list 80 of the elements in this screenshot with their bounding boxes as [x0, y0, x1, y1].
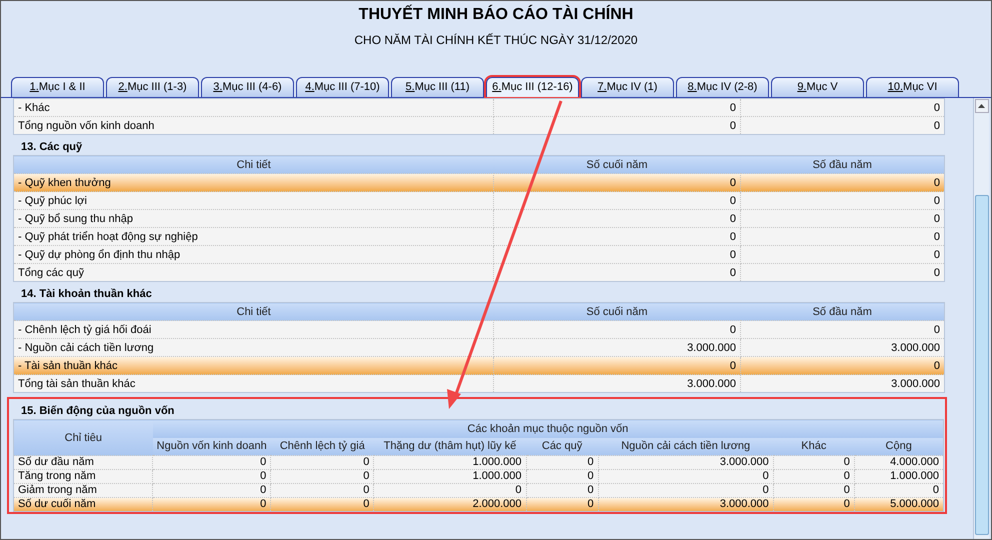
table-cell: 0 [773, 470, 854, 484]
column-header: Chi tiết [14, 156, 494, 174]
table-cell: 1.000.000 [854, 470, 944, 484]
table-cell: 1.000.000 [374, 470, 526, 484]
column-header: Số đầu năm [740, 156, 944, 174]
column-header: Cộng [854, 438, 944, 456]
table-cell: 0 [152, 470, 271, 484]
table-cell: Tăng trong năm [14, 470, 153, 484]
table-row[interactable]: - Quỹ khen thưởng 0 0 [14, 174, 944, 192]
column-header: Nguồn cải cách tiền lương [598, 438, 774, 456]
table-row[interactable]: Tổng các quỹ 0 0 [14, 264, 944, 282]
table-cell: 0 [270, 456, 374, 470]
table-cell: - Quỹ khen thưởng [14, 174, 494, 192]
tab[interactable]: 3.Mục III (4-6) [201, 77, 294, 97]
table-cell: - Quỹ phúc lợi [14, 192, 494, 210]
column-header: Khác [773, 438, 854, 456]
section-title: 13. Các quỹ [20, 140, 82, 155]
report-subtitle: CHO NĂM TÀI CHÍNH KẾT THÚC NGÀY 31/12/2020 [354, 32, 638, 49]
table-row[interactable]: Tăng trong năm 0 0 1.000.000 0 0 0 1.000.000 [14, 470, 944, 484]
table-cell: 0 [526, 456, 598, 470]
table-cell: - Chênh lệch tỷ giá hối đoái [14, 320, 494, 338]
table-cell: 0 [740, 320, 944, 338]
column-header: Số cuối năm [494, 302, 740, 320]
table-cell: 0 [494, 320, 740, 338]
table-row[interactable]: - Quỹ phát triển hoạt động sự nghiệp 0 0 [14, 228, 944, 246]
report-title: THUYẾT MINH BÁO CÁO TÀI CHÍNH [358, 5, 634, 25]
table-cell: 0 [494, 98, 740, 116]
table-row[interactable]: Số dư cuối năm 0 0 2.000.000 0 3.000.000 0 5.000.000 [14, 498, 944, 512]
table-row[interactable]: - Quỹ dự phòng ổn định thu nhập 0 0 [14, 246, 944, 264]
scrollbar[interactable] [973, 98, 989, 539]
column-header: Chi tiết [14, 302, 494, 320]
column-header: Nguồn vốn kinh doanh [152, 438, 271, 456]
table-cell: 0 [494, 192, 740, 210]
tab[interactable]: 7.Mục IV (1) [581, 77, 674, 97]
table-cell: - Tài sản thuần khác [14, 356, 494, 374]
table-row[interactable]: - Quỹ phúc lợi 0 0 [14, 192, 944, 210]
table-row[interactable]: - Tài sản thuần khác 0 0 [14, 356, 944, 374]
tab[interactable]: 8.Mục IV (2-8) [676, 77, 769, 97]
table-cell: - Quỹ bổ sung thu nhập [14, 210, 494, 228]
column-header: Số cuối năm [494, 156, 740, 174]
tab[interactable]: 4.Mục III (7-10) [296, 77, 389, 97]
table-row[interactable]: - Chênh lệch tỷ giá hối đoái 0 0 [14, 320, 944, 338]
tab[interactable]: 5.Mục III (11) [391, 77, 484, 97]
table-cell: 0 [152, 456, 271, 470]
table-cell: 0 [494, 246, 740, 264]
table-cell: 4.000.000 [854, 456, 944, 470]
column-header: Chỉ tiêu [14, 420, 153, 456]
group-header: Các khoản mục thuộc nguồn vốn [152, 420, 944, 438]
table-cell: - Quỹ dự phòng ổn định thu nhập [14, 246, 494, 264]
table-cell: 3.000.000 [598, 456, 774, 470]
table-cell: 0 [270, 470, 374, 484]
table-row[interactable]: - Khác 0 0 [14, 98, 944, 116]
table-cell: - Khác [14, 98, 494, 116]
scroll-up-icon[interactable] [974, 99, 988, 113]
table-cell: 0 [740, 174, 944, 192]
table-cell: 0 [526, 470, 598, 484]
table-cell: 1.000.000 [374, 456, 526, 470]
table-row[interactable]: - Quỹ bổ sung thu nhập 0 0 [14, 210, 944, 228]
section-title: 15. Biến động của nguồn vốn [20, 404, 174, 419]
column-header: Số đầu năm [740, 302, 944, 320]
table-cell: 0 [494, 356, 740, 374]
table-cell: 0 [494, 174, 740, 192]
table-cell: 0 [494, 210, 740, 228]
table-row[interactable]: Tổng nguồn vốn kinh doanh 0 0 [14, 116, 944, 134]
column-header: Các quỹ [526, 438, 598, 456]
table-cell: 0 [598, 470, 774, 484]
tab[interactable]: 2.Mục III (1-3) [106, 77, 199, 97]
column-header: Thặng dư (thâm hụt) lũy kế [374, 438, 526, 456]
tab[interactable]: 9.Mục V [771, 77, 864, 97]
table-row[interactable]: Số dư đầu năm 0 0 1.000.000 0 3.000.000 0 4.000.000 [14, 456, 944, 470]
column-header: Chênh lệch tỷ giá [270, 438, 374, 456]
table-cell: - Quỹ phát triển hoạt động sự nghiệp [14, 228, 494, 246]
table-cell: 0 [494, 228, 740, 246]
table-cell: Số dư đầu năm [14, 456, 153, 470]
tab[interactable]: 10.Mục VI [866, 77, 959, 97]
section-title: 14. Tài khoản thuần khác [20, 287, 152, 302]
table-cell: 0 [773, 456, 854, 470]
tab[interactable]: 6.Mục III (12-16) [486, 77, 579, 97]
scroll-thumb[interactable] [974, 195, 988, 535]
tab[interactable]: 1.Mục I & II [11, 77, 104, 97]
